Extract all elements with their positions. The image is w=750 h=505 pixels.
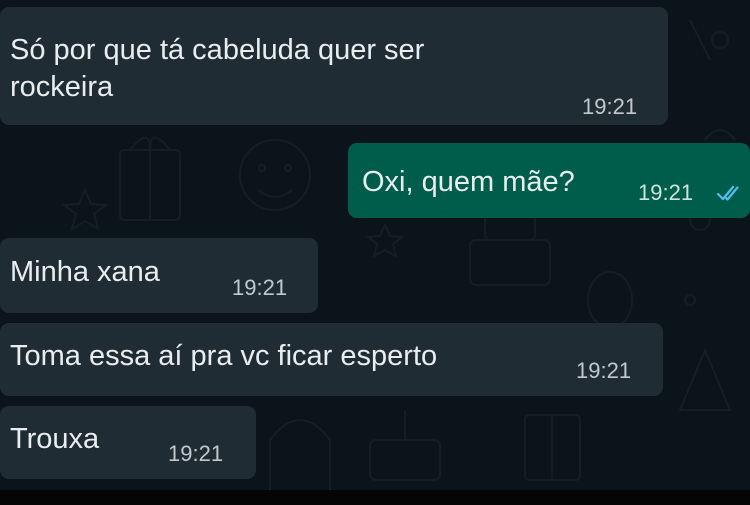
message-text: rockeira <box>10 71 114 103</box>
message-text: Oxi, quem mãe? <box>362 166 575 198</box>
message-text: Trouxa <box>10 423 100 455</box>
bottom-edge <box>0 490 750 505</box>
message-timestamp: 19:21 <box>576 358 632 383</box>
message-text: Toma essa aí pra vc ficar esperto <box>10 340 438 372</box>
message-timestamp: 19:21 <box>582 94 638 119</box>
message-bubble-incoming[interactable]: Minha xana 19:21 <box>0 238 318 313</box>
message-bubble-incoming[interactable]: Trouxa 19:21 <box>0 406 256 479</box>
chat-view: Só por que tá cabeluda quer ser rockeira… <box>0 0 750 490</box>
double-check-icon <box>716 185 739 201</box>
message-bubble-incoming[interactable]: Só por que tá cabeluda quer ser rockeira… <box>0 7 668 125</box>
message-text: Minha xana <box>10 256 160 288</box>
message-bubble-incoming[interactable]: Toma essa aí pra vc ficar esperto 19:21 <box>0 323 663 396</box>
message-timestamp: 19:21 <box>168 441 224 466</box>
message-timestamp: 19:21 <box>232 275 288 300</box>
message-text: Só por que tá cabeluda quer ser <box>10 34 425 66</box>
message-bubble-outgoing[interactable]: Oxi, quem mãe? 19:21 <box>348 143 750 218</box>
message-timestamp: 19:21 <box>638 180 694 205</box>
